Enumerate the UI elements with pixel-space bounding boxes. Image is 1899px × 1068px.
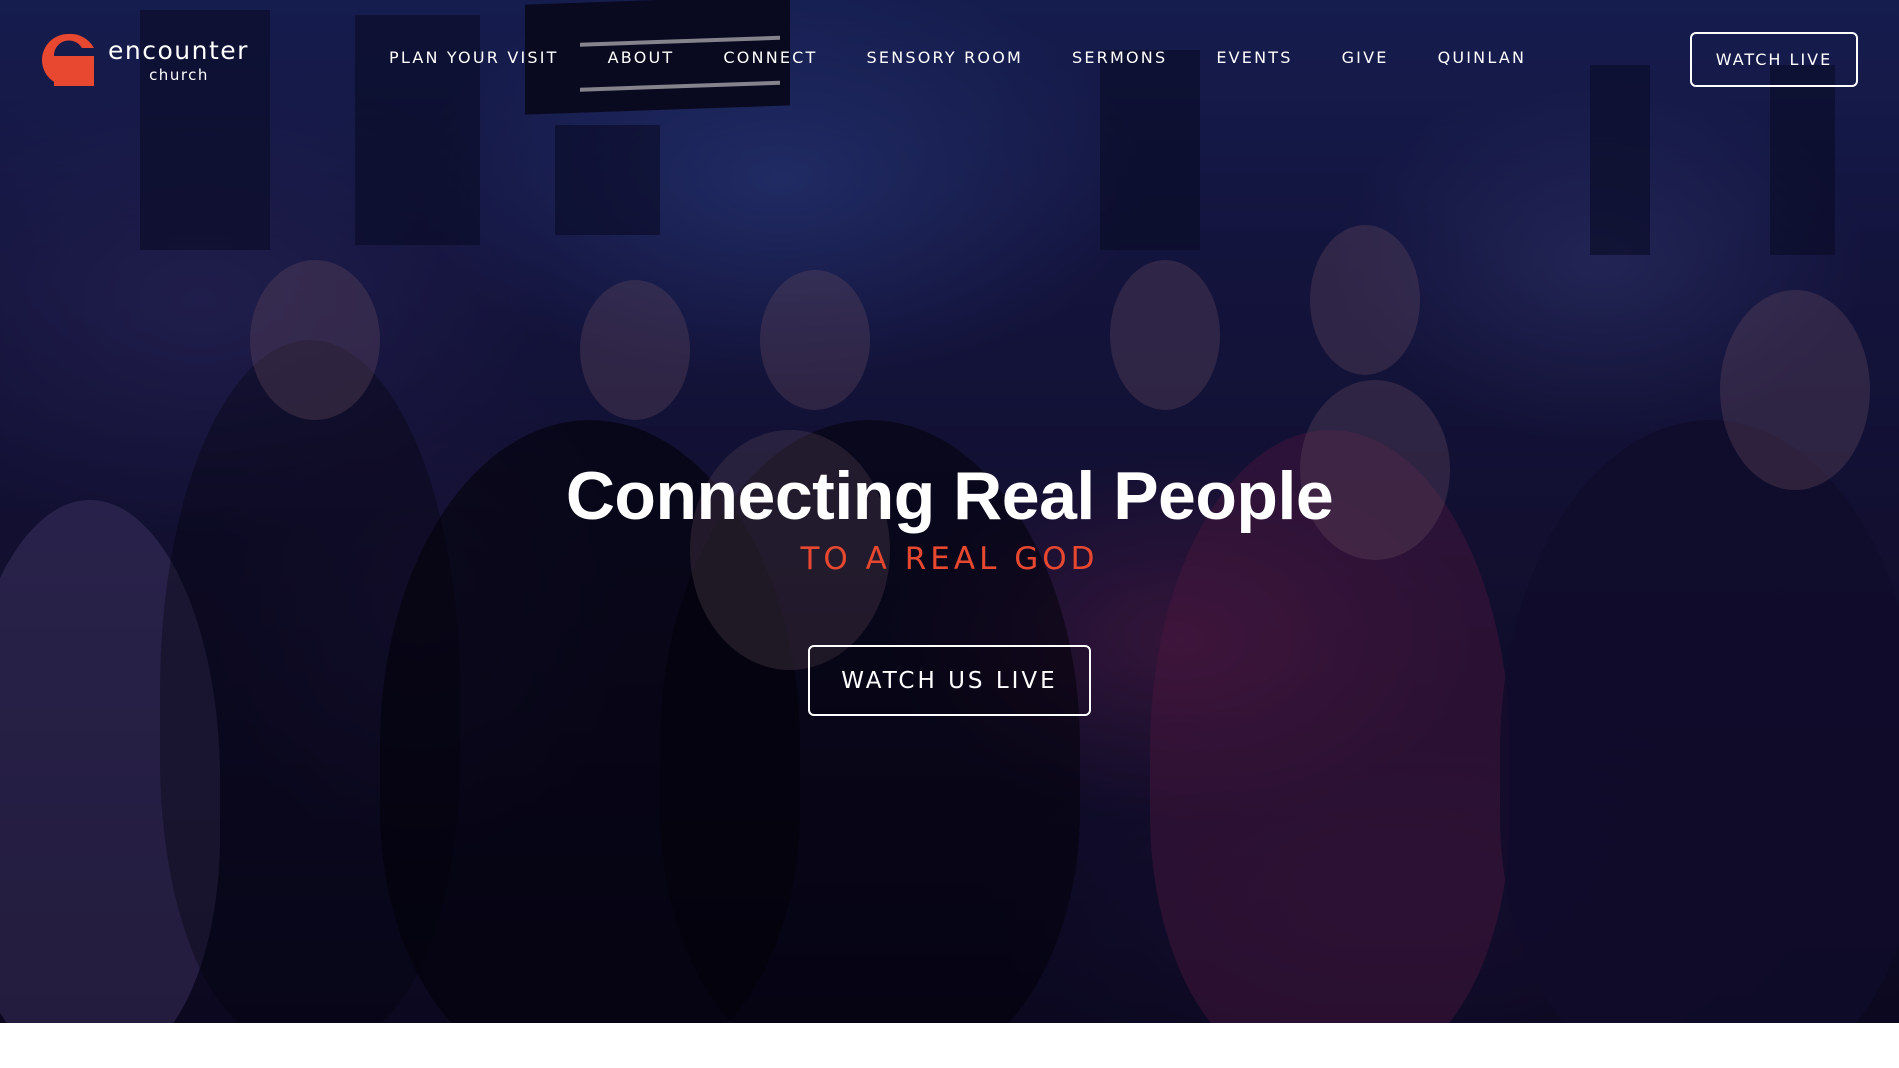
encounter-e-logo-icon	[40, 32, 96, 88]
nav-item-plan-your-visit[interactable]: PLAN YOUR VISIT	[389, 48, 559, 67]
nav-item-sensory-room[interactable]: SENSORY ROOM	[867, 48, 1023, 67]
nav-item-give[interactable]: GIVE	[1342, 48, 1389, 67]
nav-item-connect[interactable]: CONNECT	[723, 48, 817, 67]
watch-us-live-button[interactable]: WATCH US LIVE	[808, 645, 1091, 716]
brand-name: encounter	[108, 35, 249, 65]
nav-item-about[interactable]: ABOUT	[608, 48, 675, 67]
nav-item-events[interactable]: EVENTS	[1216, 48, 1292, 67]
nav-item-sermons[interactable]: SERMONS	[1072, 48, 1167, 67]
main-nav: PLAN YOUR VISIT ABOUT CONNECT SENSORY RO…	[389, 48, 1526, 67]
hero-title: Connecting Real People	[565, 458, 1334, 534]
hero-section: encounter church PLAN YOUR VISIT ABOUT C…	[0, 0, 1899, 1023]
brand-subtitle: church	[149, 65, 209, 84]
nav-item-quinlan[interactable]: QUINLAN	[1438, 48, 1527, 67]
site-logo[interactable]: encounter church	[40, 32, 249, 88]
hero-subtitle: TO A REAL GOD	[800, 541, 1099, 577]
watch-live-button[interactable]: WATCH LIVE	[1690, 32, 1858, 87]
